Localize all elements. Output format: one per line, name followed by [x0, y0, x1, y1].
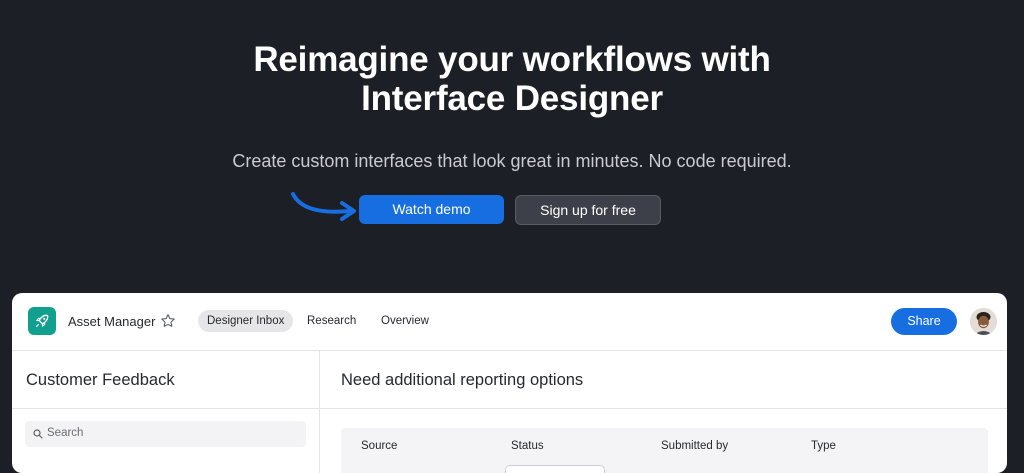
hero-subtitle: Create custom interfaces that look great… — [232, 151, 792, 171]
status-field[interactable] — [505, 465, 605, 473]
hero-title-line-1: Reimagine your workflows with — [253, 40, 771, 79]
column-header-type[interactable]: Type — [811, 440, 836, 452]
tab-research[interactable]: Research — [307, 310, 356, 332]
share-button[interactable]: Share — [891, 308, 957, 335]
column-header-source[interactable]: Source — [361, 440, 397, 452]
hero-title: Reimagine your workflows with Interface … — [0, 40, 1024, 118]
curved-arrow-icon — [291, 192, 356, 221]
app-logo[interactable] — [28, 307, 56, 335]
app-window-preview: Asset Manager Designer Inbox Research Ov… — [12, 293, 1007, 473]
watch-demo-button[interactable]: Watch demo — [359, 195, 504, 224]
app-name: Asset Manager — [68, 314, 156, 329]
user-avatar-icon — [970, 308, 997, 335]
column-header-submitted-by[interactable]: Submitted by — [661, 440, 728, 452]
search-input[interactable]: Search — [25, 421, 306, 447]
rocket-icon — [35, 314, 49, 328]
record-title: Need additional reporting options — [341, 371, 584, 389]
table-header-row: Source Status Submitted by Type — [341, 428, 988, 473]
star-icon[interactable] — [160, 313, 176, 329]
sidebar-header: Customer Feedback — [12, 351, 319, 409]
hero-section: Reimagine your workflows with Interface … — [0, 0, 1024, 300]
tab-designer-inbox[interactable]: Designer Inbox — [198, 310, 294, 332]
avatar[interactable] — [970, 308, 997, 335]
sidebar-title: Customer Feedback — [26, 371, 175, 389]
sign-up-button[interactable]: Sign up for free — [515, 195, 661, 225]
main-panel: Need additional reporting options Source… — [320, 351, 1007, 473]
hero-title-line-2: Interface Designer — [361, 79, 663, 118]
column-header-status[interactable]: Status — [511, 440, 544, 452]
app-top-bar: Asset Manager Designer Inbox Research Ov… — [12, 293, 1007, 351]
search-icon — [33, 429, 43, 439]
tab-overview[interactable]: Overview — [381, 310, 429, 332]
search-placeholder: Search — [47, 427, 84, 439]
main-header: Need additional reporting options — [320, 351, 1007, 409]
sidebar-panel: Customer Feedback Search — [12, 351, 320, 473]
